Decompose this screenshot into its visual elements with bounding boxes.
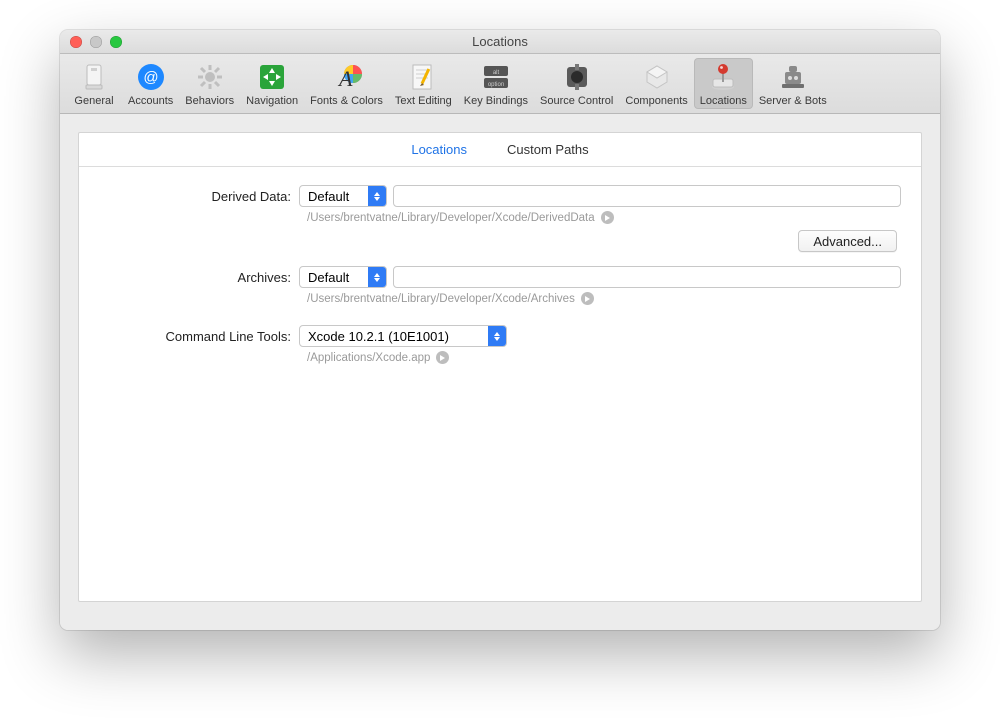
subtabs: Locations Custom Paths — [79, 133, 921, 167]
toolbar-item-components[interactable]: Components — [619, 58, 693, 109]
content-area: Locations Custom Paths Derived Data: Def… — [60, 114, 940, 630]
toolbar-item-accounts[interactable]: @ Accounts — [122, 58, 179, 109]
reveal-in-finder-icon[interactable] — [601, 211, 614, 224]
derived-data-path: /Users/brentvatne/Library/Developer/Xcod… — [307, 212, 595, 224]
locations-panel: Locations Custom Paths Derived Data: Def… — [78, 132, 922, 602]
toolbar-label: Source Control — [540, 95, 613, 107]
toolbar-item-fonts-colors[interactable]: A Fonts & Colors — [304, 58, 389, 109]
clt-path-line: /Applications/Xcode.app — [99, 351, 901, 364]
archives-path-line: /Users/brentvatne/Library/Developer/Xcod… — [99, 292, 901, 305]
toolbar-label: Key Bindings — [464, 95, 528, 107]
reveal-in-finder-icon[interactable] — [436, 351, 449, 364]
archives-label: Archives: — [99, 270, 299, 285]
titlebar: Locations — [60, 30, 940, 54]
preferences-window: Locations General @ Accounts Behavio — [60, 30, 940, 630]
source-control-icon — [560, 62, 594, 92]
archives-select[interactable]: Default — [299, 266, 387, 288]
derived-data-label: Derived Data: — [99, 189, 299, 204]
derived-data-path-line: /Users/brentvatne/Library/Developer/Xcod… — [99, 211, 901, 224]
toolbar-item-locations[interactable]: Locations — [694, 58, 753, 109]
general-icon — [77, 62, 111, 92]
clt-label: Command Line Tools: — [99, 329, 299, 344]
accounts-icon: @ — [134, 62, 168, 92]
archives-path-input[interactable] — [393, 266, 901, 288]
fonts-colors-icon: A — [330, 62, 364, 92]
svg-text:alt: alt — [493, 70, 500, 76]
components-icon — [640, 62, 674, 92]
clt-path: /Applications/Xcode.app — [307, 352, 430, 364]
derived-data-path-input[interactable] — [393, 185, 901, 207]
derived-data-select[interactable]: Default — [299, 185, 387, 207]
key-bindings-icon: alt option — [479, 62, 513, 92]
select-arrow-icon — [368, 186, 386, 206]
locations-form: Derived Data: Default /Users/brentvatne/… — [79, 167, 921, 390]
toolbar-label: General — [74, 95, 113, 107]
toolbar-item-source-control[interactable]: Source Control — [534, 58, 619, 109]
clt-select[interactable]: Xcode 10.2.1 (10E1001) — [299, 325, 507, 347]
archives-row: Archives: Default — [99, 266, 901, 288]
clt-row: Command Line Tools: Xcode 10.2.1 (10E100… — [99, 325, 901, 347]
subtab-locations[interactable]: Locations — [411, 142, 467, 157]
toolbar-item-general[interactable]: General — [66, 58, 122, 109]
svg-text:A: A — [337, 66, 353, 91]
advanced-button[interactable]: Advanced... — [798, 230, 897, 252]
toolbar-item-behaviors[interactable]: Behaviors — [179, 58, 240, 109]
behaviors-icon — [193, 62, 227, 92]
server-bots-icon — [776, 62, 810, 92]
derived-data-value: Default — [308, 189, 349, 204]
toolbar-label: Text Editing — [395, 95, 452, 107]
archives-path: /Users/brentvatne/Library/Developer/Xcod… — [307, 293, 575, 305]
toolbar-label: Server & Bots — [759, 95, 827, 107]
toolbar-label: Components — [625, 95, 687, 107]
subtab-custom-paths[interactable]: Custom Paths — [507, 142, 589, 157]
toolbar-label: Behaviors — [185, 95, 234, 107]
toolbar-label: Fonts & Colors — [310, 95, 383, 107]
toolbar-label: Locations — [700, 95, 747, 107]
archives-value: Default — [308, 270, 349, 285]
reveal-in-finder-icon[interactable] — [581, 292, 594, 305]
toolbar-item-server-bots[interactable]: Server & Bots — [753, 58, 833, 109]
select-arrow-icon — [488, 326, 506, 346]
window-title: Locations — [60, 34, 940, 49]
navigation-icon — [255, 62, 289, 92]
clt-value: Xcode 10.2.1 (10E1001) — [308, 329, 449, 344]
toolbar-item-text-editing[interactable]: Text Editing — [389, 58, 458, 109]
toolbar-item-key-bindings[interactable]: alt option Key Bindings — [458, 58, 534, 109]
select-arrow-icon — [368, 267, 386, 287]
svg-text:option: option — [488, 82, 504, 88]
toolbar-label: Accounts — [128, 95, 173, 107]
derived-data-row: Derived Data: Default — [99, 185, 901, 207]
locations-icon — [706, 62, 740, 92]
text-editing-icon — [406, 62, 440, 92]
toolbar-label: Navigation — [246, 95, 298, 107]
toolbar-item-navigation[interactable]: Navigation — [240, 58, 304, 109]
preferences-toolbar: General @ Accounts Behaviors Navigation — [60, 54, 940, 114]
svg-text:@: @ — [143, 69, 158, 86]
